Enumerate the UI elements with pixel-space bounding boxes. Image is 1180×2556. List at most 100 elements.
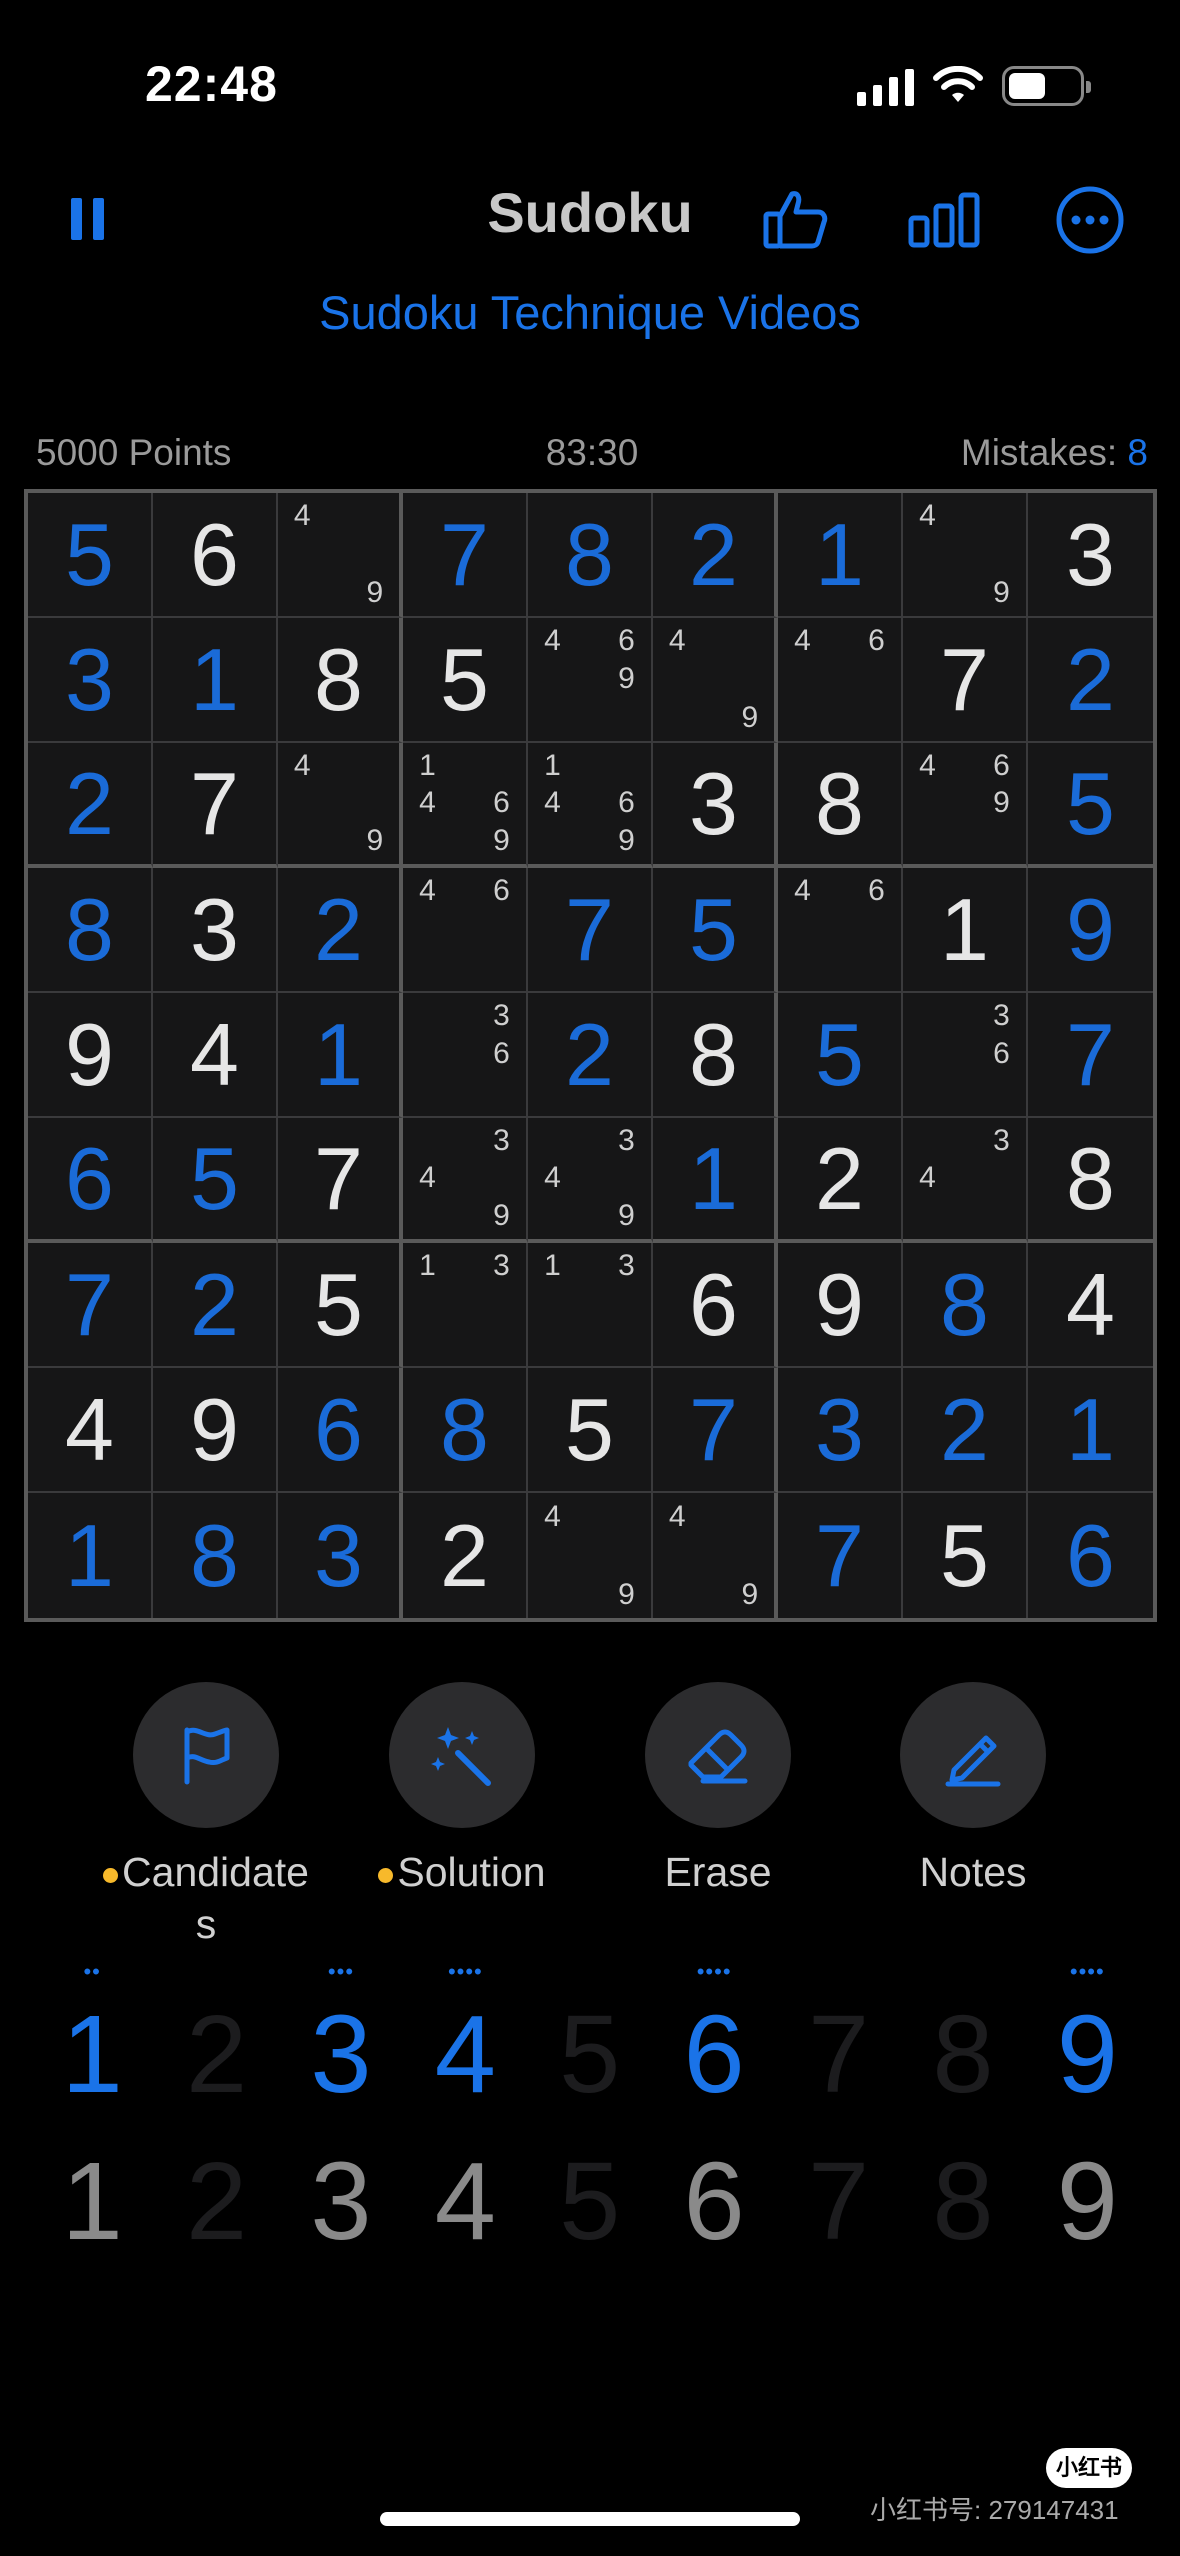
board-cell[interactable]: 8 <box>778 743 903 868</box>
board-cell[interactable]: 46 <box>403 868 528 993</box>
board-cell[interactable]: 9 <box>778 1243 903 1368</box>
board-cell[interactable]: 4 <box>1028 1243 1153 1368</box>
board-cell[interactable]: 1 4 6 9 <box>403 743 528 868</box>
board-cell[interactable]: 9 <box>153 1368 278 1493</box>
number-key-2[interactable]: 2 <box>154 1965 278 2115</box>
board-cell[interactable]: 36 <box>903 993 1028 1118</box>
board-cell[interactable]: 3 <box>1028 493 1153 618</box>
board-cell[interactable]: 4 6 9 <box>528 618 653 743</box>
board-cell[interactable]: 7 <box>153 743 278 868</box>
board-cell[interactable]: 2 <box>653 493 778 618</box>
board-cell[interactable]: 7 <box>1028 993 1153 1118</box>
candidate-key-5[interactable]: 5 <box>528 2147 652 2257</box>
board-cell[interactable]: 5 <box>28 493 153 618</box>
board-cell[interactable]: 8 <box>1028 1118 1153 1243</box>
candidate-key-6[interactable]: 6 <box>652 2147 776 2257</box>
board-cell[interactable]: 9 <box>28 993 153 1118</box>
board-cell[interactable]: 8 <box>403 1368 528 1493</box>
board-cell[interactable]: 2 <box>778 1118 903 1243</box>
board-cell[interactable]: 49 <box>653 618 778 743</box>
board-cell[interactable]: 49 <box>278 743 403 868</box>
number-key-4[interactable]: •••• 4 <box>403 1961 527 2115</box>
candidate-key-9[interactable]: 9 <box>1025 2147 1149 2257</box>
board-cell[interactable]: 6 <box>1028 1493 1153 1618</box>
board-cell[interactable]: 49 <box>903 493 1028 618</box>
candidate-key-7[interactable]: 7 <box>776 2147 900 2257</box>
board-cell[interactable]: 13 <box>528 1243 653 1368</box>
board-cell[interactable]: 5 <box>778 993 903 1118</box>
technique-videos-link[interactable]: Sudoku Technique Videos <box>0 285 1180 340</box>
board-cell[interactable]: 5 <box>403 618 528 743</box>
number-key-9[interactable]: •••• 9 <box>1025 1961 1149 2115</box>
board-cell[interactable]: 5 <box>1028 743 1153 868</box>
number-key-6[interactable]: •••• 6 <box>652 1961 776 2115</box>
board-cell[interactable]: 8 <box>153 1493 278 1618</box>
board-cell[interactable]: 3 <box>778 1368 903 1493</box>
board-cell[interactable]: 46 <box>778 868 903 993</box>
solution-tool[interactable]: Solution <box>352 1682 572 1898</box>
board-cell[interactable]: 9 <box>1028 868 1153 993</box>
board-cell[interactable]: 49 <box>528 1493 653 1618</box>
board-cell[interactable]: 8 <box>903 1243 1028 1368</box>
board-cell[interactable]: 7 <box>653 1368 778 1493</box>
board-cell[interactable]: 36 <box>403 993 528 1118</box>
number-key-8[interactable]: 8 <box>901 1965 1025 2115</box>
board-cell[interactable]: 6 <box>653 1243 778 1368</box>
board-cell[interactable]: 7 <box>903 618 1028 743</box>
candidate-key-4[interactable]: 4 <box>403 2147 527 2257</box>
board-cell[interactable]: 49 <box>653 1493 778 1618</box>
board-cell[interactable]: 5 <box>653 868 778 993</box>
board-cell[interactable]: 7 <box>403 493 528 618</box>
board-cell[interactable]: 7 <box>528 868 653 993</box>
board-cell[interactable]: 3 4 9 <box>528 1118 653 1243</box>
candidate-key-2[interactable]: 2 <box>154 2147 278 2257</box>
board-cell[interactable]: 1 <box>903 868 1028 993</box>
board-cell[interactable]: 49 <box>278 493 403 618</box>
board-cell[interactable]: 13 <box>403 1243 528 1368</box>
board-cell[interactable]: 6 <box>278 1368 403 1493</box>
erase-tool[interactable]: Erase <box>608 1682 828 1898</box>
statistics-button[interactable] <box>904 180 984 260</box>
board-cell[interactable]: 6 <box>28 1118 153 1243</box>
erase-button[interactable] <box>645 1682 791 1828</box>
board-cell[interactable]: 2 <box>153 1243 278 1368</box>
board-cell[interactable]: 46 <box>778 618 903 743</box>
solution-button[interactable] <box>389 1682 535 1828</box>
board-cell[interactable]: 4 <box>153 993 278 1118</box>
board-cell[interactable]: 7 <box>28 1243 153 1368</box>
board-cell[interactable]: 1 <box>278 993 403 1118</box>
board-cell[interactable]: 2 <box>903 1368 1028 1493</box>
board-cell[interactable]: 2 <box>403 1493 528 1618</box>
number-key-3[interactable]: ••• 3 <box>279 1961 403 2115</box>
board-cell[interactable]: 2 <box>1028 618 1153 743</box>
board-cell[interactable]: 2 <box>28 743 153 868</box>
board-cell[interactable]: 8 <box>28 868 153 993</box>
board-cell[interactable]: 1 <box>778 493 903 618</box>
board-cell[interactable]: 5 <box>278 1243 403 1368</box>
board-cell[interactable]: 5 <box>528 1368 653 1493</box>
board-cell[interactable]: 4 6 9 <box>903 743 1028 868</box>
candidate-key-3[interactable]: 3 <box>279 2147 403 2257</box>
board-cell[interactable]: 1 4 6 9 <box>528 743 653 868</box>
more-button[interactable] <box>1050 180 1130 260</box>
home-indicator[interactable] <box>380 2512 800 2526</box>
board-cell[interactable]: 3 <box>28 618 153 743</box>
like-button[interactable] <box>756 180 836 260</box>
board-cell[interactable]: 6 <box>153 493 278 618</box>
board-cell[interactable]: 5 <box>903 1493 1028 1618</box>
board-cell[interactable]: 5 <box>153 1118 278 1243</box>
candidate-key-8[interactable]: 8 <box>901 2147 1025 2257</box>
candidate-key-1[interactable]: 1 <box>30 2147 154 2257</box>
candidates-tool[interactable]: Candidate s <box>96 1682 316 1950</box>
board-cell[interactable]: 7 <box>778 1493 903 1618</box>
board-cell[interactable]: 1 <box>28 1493 153 1618</box>
board-cell[interactable]: 4 <box>28 1368 153 1493</box>
number-key-1[interactable]: •• 1 <box>30 1961 154 2115</box>
board-cell[interactable]: 34 <box>903 1118 1028 1243</box>
notes-tool[interactable]: Notes <box>863 1682 1083 1898</box>
board-cell[interactable]: 1 <box>653 1118 778 1243</box>
board-cell[interactable]: 3 4 9 <box>403 1118 528 1243</box>
notes-button[interactable] <box>900 1682 1046 1828</box>
board-cell[interactable]: 3 <box>278 1493 403 1618</box>
board-cell[interactable]: 8 <box>528 493 653 618</box>
